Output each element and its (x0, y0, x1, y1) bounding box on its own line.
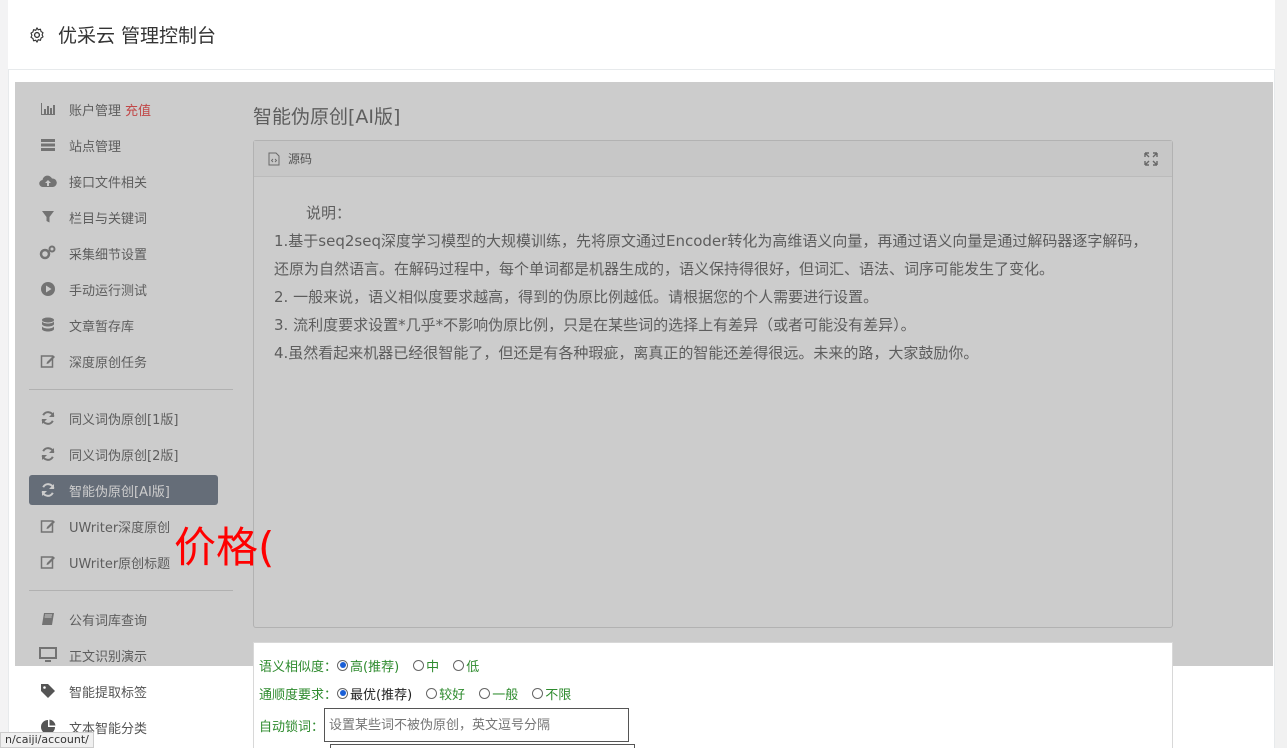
sidebar-item-public-lexicon[interactable]: 公有词库查询 (29, 604, 218, 634)
sidebar-item-label: 公有词库查询 (69, 613, 148, 629)
refresh-icon (39, 481, 57, 499)
top-header: 优采云 管理控制台 (8, 0, 1275, 70)
sidebar-item-synonym-v1[interactable]: 同义词伪原创[1版] (29, 403, 218, 433)
sidebar-item-sites[interactable]: 站点管理 (29, 130, 218, 160)
sidebar-item-account[interactable]: 账户管理 充值 (29, 94, 218, 124)
sidebar-item-synonym-v2[interactable]: 同义词伪原创[2版] (29, 439, 218, 469)
sidebar-divider (29, 389, 233, 390)
option-label: 较好 (439, 687, 466, 703)
monitor-icon (39, 646, 57, 664)
filter-icon (39, 208, 57, 226)
radio-button[interactable] (426, 687, 438, 699)
rewrite-options-form: 语义相似度： 高(推荐) 中 低 通顺度要求： 最优(推荐) 较好 一般 不限 … (253, 642, 1173, 748)
edit-icon (39, 517, 57, 535)
option-label: 高(推荐) (350, 659, 400, 675)
sidebar-item-label: 文章暂存库 (69, 319, 135, 335)
sidebar-item-collect-settings[interactable]: 采集细节设置 (29, 238, 218, 268)
sidebar-item-label: 采集细节设置 (69, 247, 148, 263)
expand-icon[interactable] (1144, 152, 1158, 166)
radio-button[interactable] (479, 687, 491, 699)
sidebar-item-label: UWriter原创标题 (69, 556, 171, 572)
similarity-label: 语义相似度： (259, 659, 338, 675)
database-icon (39, 316, 57, 334)
option-label: 最优(推荐) (350, 687, 413, 703)
tag-icon (39, 682, 57, 700)
sidebar-item-columns-keywords[interactable]: 栏目与关键词 (29, 202, 218, 232)
radio-button[interactable] (337, 687, 349, 699)
sidebar-item-interface-files[interactable]: 接口文件相关 (29, 166, 218, 196)
description-paragraph: 4.虽然看起来机器已经很智能了，但还是有各种瑕疵，离真正的智能还差得很远。未来的… (274, 344, 979, 362)
book-icon (39, 610, 57, 628)
panel-header: 源码 (254, 141, 1172, 177)
recharge-badge[interactable]: 充值 (125, 100, 151, 119)
fluency-best-radio[interactable]: 最优(推荐) (337, 684, 412, 703)
status-bar-url: n/caiji/account/ (0, 732, 94, 748)
similarity-mid-radio[interactable]: 中 (413, 656, 439, 675)
similarity-row: 语义相似度： 高(推荐) 中 低 (259, 651, 1172, 679)
fluency-label: 通顺度要求： (259, 687, 338, 703)
edit-icon (39, 553, 57, 571)
cogs-icon (39, 244, 57, 262)
sidebar-item-label: 栏目与关键词 (69, 211, 148, 227)
option-label: 不限 (545, 687, 572, 703)
panel-body: 说明： 1.基于seq2seq深度学习模型的大规模训练，先将原文通过Encode… (254, 177, 1172, 367)
page-scrollbar[interactable] (1275, 0, 1287, 748)
server-icon (39, 136, 57, 154)
bar-chart-icon (39, 100, 57, 118)
radio-button[interactable] (453, 659, 465, 671)
fluency-row: 通顺度要求： 最优(推荐) 较好 一般 不限 (259, 679, 1172, 707)
description-paragraph: 1.基于seq2seq深度学习模型的大规模训练，先将原文通过Encoder转化为… (274, 232, 1148, 278)
radio-button[interactable] (532, 687, 544, 699)
sidebar-item-label: 手动运行测试 (69, 283, 148, 299)
source-panel: 源码 说明： 1.基于seq2seq深度学习模型的大规模训练，先将原文通过Enc… (253, 140, 1173, 628)
intro-text: 说明： (306, 204, 352, 222)
sidebar-divider (29, 590, 233, 591)
sidebar-item-label: 智能提取标签 (69, 685, 148, 701)
option-label: 一般 (492, 687, 519, 703)
radio-button[interactable] (413, 659, 425, 671)
overlay-price-text: 价格( (174, 523, 275, 572)
panel-heading: 源码 (288, 152, 313, 166)
sidebar-item-article-store[interactable]: 文章暂存库 (29, 310, 218, 340)
secondary-input[interactable] (330, 744, 635, 748)
fluency-any-radio[interactable]: 不限 (532, 684, 571, 703)
lock-words-row: 自动锁词： (259, 707, 1172, 743)
sidebar-item-manual-run[interactable]: 手动运行测试 (29, 274, 218, 304)
refresh-icon (39, 409, 57, 427)
fluency-normal-radio[interactable]: 一般 (479, 684, 518, 703)
sidebar-item-label: 智能伪原创[AI版] (69, 484, 170, 500)
page-title: 智能伪原创[AI版] (253, 106, 401, 128)
option-label: 低 (466, 659, 480, 675)
description-paragraph: 3. 流利度要求设置*几乎*不影响伪原比例，只是在某些词的选择上有差异（或者可能… (274, 316, 916, 334)
sidebar-item-label: 接口文件相关 (69, 175, 148, 191)
sidebar-item-label: 深度原创任务 (69, 355, 148, 371)
sidebar-item-smart-tags[interactable]: 智能提取标签 (29, 676, 218, 706)
sidebar-item-label: 正文识别演示 (69, 649, 148, 665)
sidebar-item-label: 账户管理 (69, 103, 122, 119)
fluency-good-radio[interactable]: 较好 (426, 684, 465, 703)
refresh-icon (39, 445, 57, 463)
cloud-upload-icon (39, 172, 57, 190)
file-code-icon (268, 152, 280, 165)
similarity-high-radio[interactable]: 高(推荐) (337, 656, 399, 675)
lock-words-input[interactable] (324, 708, 630, 742)
app-title: 优采云 管理控制台 (58, 25, 217, 47)
sidebar-item-label: 同义词伪原创[1版] (69, 412, 179, 428)
play-circle-icon (39, 280, 57, 298)
similarity-low-radio[interactable]: 低 (453, 656, 479, 675)
lock-words-label: 自动锁词： (259, 719, 325, 735)
sidebar-item-label: 站点管理 (69, 139, 122, 155)
edit-icon (39, 352, 57, 370)
option-label: 中 (426, 659, 440, 675)
gear-icon[interactable] (28, 26, 46, 44)
sidebar-item-label: UWriter深度原创 (69, 520, 171, 536)
sidebar-item-ai-rewrite[interactable]: 智能伪原创[AI版] (29, 475, 218, 505)
sidebar-item-text-recognition[interactable]: 正文识别演示 (29, 640, 218, 670)
sidebar-nav: 账户管理 充值 站点管理 接口文件相关 栏目与关键词 采集细节设置 手动运行测试… (15, 82, 233, 748)
description-paragraph: 2. 一般来说，语义相似度要求越高，得到的伪原比例越低。请根据您的个人需要进行设… (274, 288, 879, 306)
radio-button[interactable] (337, 659, 349, 671)
sidebar-item-label: 同义词伪原创[2版] (69, 448, 179, 464)
sidebar-item-deep-original-task[interactable]: 深度原创任务 (29, 346, 218, 376)
